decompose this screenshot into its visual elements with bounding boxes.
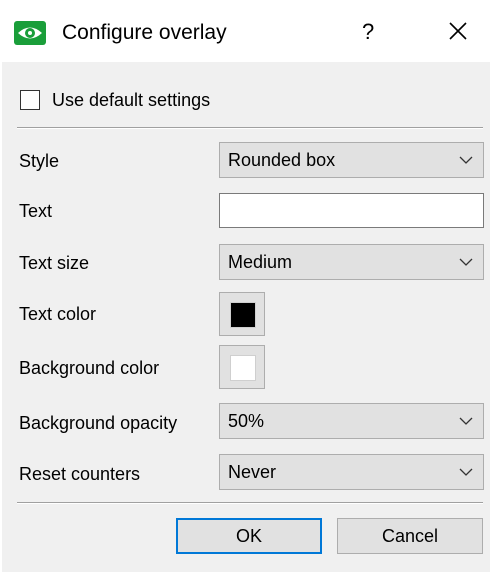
text-size-dropdown[interactable]: Medium	[219, 244, 484, 280]
use-default-settings-label: Use default settings	[52, 90, 211, 110]
text-size-value: Medium	[228, 252, 293, 272]
background-opacity-label: Background opacity	[19, 413, 178, 433]
background-opacity-value: 50%	[228, 411, 265, 431]
use-default-settings-checkbox[interactable]	[20, 90, 40, 110]
reset-counters-value: Never	[228, 462, 277, 482]
bottom-divider	[17, 502, 483, 504]
style-dropdown[interactable]: Rounded box	[219, 142, 484, 178]
chevron-down-icon	[459, 417, 473, 425]
text-color-button[interactable]	[219, 292, 265, 336]
text-input[interactable]	[219, 193, 484, 228]
close-icon[interactable]	[446, 19, 470, 43]
text-size-label: Text size	[19, 253, 90, 273]
style-value: Rounded box	[228, 150, 336, 170]
eye-icon	[14, 21, 46, 45]
background-color-swatch	[230, 355, 256, 381]
reset-counters-dropdown[interactable]: Never	[219, 454, 484, 490]
chevron-down-icon	[459, 468, 473, 476]
chevron-down-icon	[459, 258, 473, 266]
text-label: Text	[19, 201, 53, 221]
dialog-title: Configure overlay	[62, 21, 227, 44]
title-bar: Configure overlay ?	[0, 0, 492, 62]
background-color-button[interactable]	[219, 345, 265, 389]
chevron-down-icon	[459, 156, 473, 164]
ok-button[interactable]: OK	[176, 518, 322, 554]
text-color-swatch	[230, 302, 256, 328]
reset-counters-label: Reset counters	[19, 464, 141, 484]
top-divider	[17, 127, 483, 129]
text-color-label: Text color	[19, 304, 97, 324]
background-color-label: Background color	[19, 358, 160, 378]
style-label: Style	[19, 151, 60, 171]
cancel-button[interactable]: Cancel	[337, 518, 483, 554]
help-button[interactable]: ?	[362, 19, 374, 45]
background-opacity-dropdown[interactable]: 50%	[219, 403, 484, 439]
